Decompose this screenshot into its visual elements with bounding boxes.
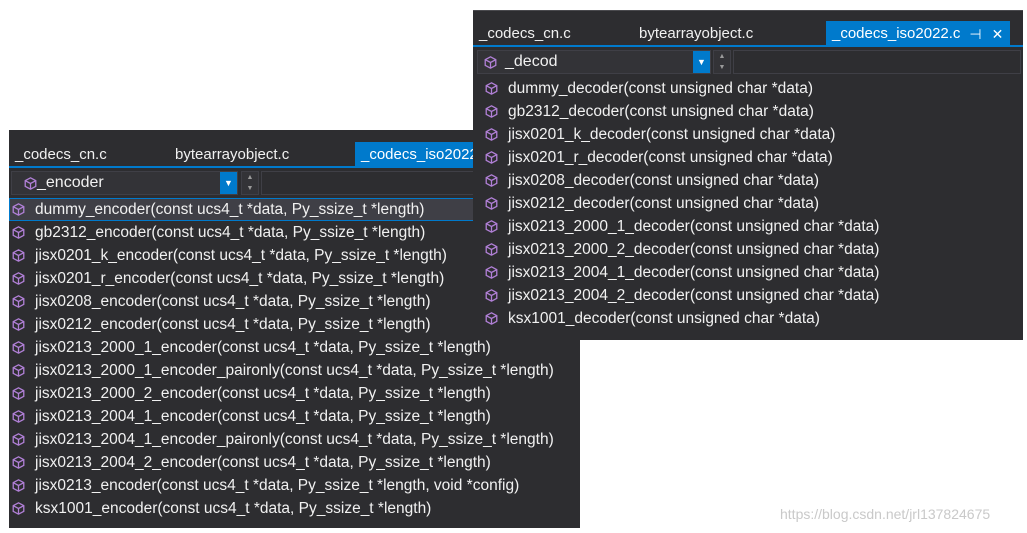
list-item-label: jisx0213_2000_2_decoder(const unsigned c… [508,240,880,258]
method-cube-icon [12,318,25,331]
list-item-label: jisx0212_decoder(const unsigned char *da… [508,194,820,212]
list-item[interactable]: jisx0212_decoder(const unsigned char *da… [473,192,1023,215]
list-item[interactable]: jisx0213_2004_1_encoder(const ucs4_t *da… [9,405,580,428]
list-item-label: jisx0213_2004_2_encoder(const ucs4_t *da… [35,453,491,471]
list-item[interactable]: jisx0213_2004_1_decoder(const unsigned c… [473,261,1023,284]
tab-bytearrayobject[interactable]: bytearrayobject.c [633,21,826,47]
tab-codecs-cn[interactable]: _codecs_cn.c [9,142,169,168]
list-item[interactable]: dummy_decoder(const unsigned char *data) [473,77,1023,100]
list-item[interactable]: jisx0201_r_decoder(const unsigned char *… [473,146,1023,169]
method-cube-icon [485,151,498,164]
method-cube-icon [485,312,498,325]
completion-list: dummy_decoder(const unsigned char *data)… [473,77,1023,330]
method-cube-icon [12,456,25,469]
method-cube-icon [12,295,25,308]
method-cube-icon [12,272,25,285]
list-item-label: jisx0213_2000_2_encoder(const ucs4_t *da… [35,384,491,402]
close-icon[interactable]: ✕ [990,21,1004,47]
method-cube-icon [12,203,25,216]
method-cube-icon [485,220,498,233]
list-item-label: ksx1001_decoder(const unsigned char *dat… [508,309,820,327]
combo-text: _encoder [37,174,104,191]
tab-codecs-cn[interactable]: _codecs_cn.c [473,21,633,47]
method-cube-icon [12,387,25,400]
tab-codecs-iso2022[interactable]: _codecs_iso2022.c ⊣ ✕ [826,21,1011,47]
member-combo[interactable]: _decod ▼ [477,50,711,74]
pin-icon[interactable]: ⊣ [968,21,982,47]
method-cube-icon [12,249,25,262]
list-item-label: dummy_decoder(const unsigned char *data) [508,79,814,97]
list-item[interactable]: jisx0213_2004_2_encoder(const ucs4_t *da… [9,451,580,474]
method-cube-icon [12,479,25,492]
list-item-label: jisx0213_2000_1_decoder(const unsigned c… [508,217,880,235]
member-combo[interactable]: _encoder ▼ [11,171,238,195]
list-item-label: jisx0201_r_encoder(const ucs4_t *data, P… [35,269,445,287]
method-cube-icon [12,410,25,423]
method-cube-icon [12,364,25,377]
list-item-label: jisx0213_2000_1_encoder(const ucs4_t *da… [35,338,491,356]
navigation-bar: _decod ▼ ▲ ▼ [473,47,1023,77]
method-cube-icon [12,502,25,515]
method-cube-icon [485,174,498,187]
list-item[interactable]: gb2312_decoder(const unsigned char *data… [473,100,1023,123]
method-cube-icon [484,55,497,69]
combo-scroll-buttons[interactable]: ▲ ▼ [241,171,259,195]
decoder-window: _codecs_cn.c bytearrayobject.c _codecs_i… [473,10,1023,340]
list-item-label: jisx0213_2004_2_decoder(const unsigned c… [508,286,880,304]
method-cube-icon [12,433,25,446]
combo-scroll-buttons[interactable]: ▲ ▼ [713,50,731,74]
combo-text: _decod [505,53,558,70]
list-item-label: dummy_encoder(const ucs4_t *data, Py_ssi… [35,200,425,218]
method-cube-icon [485,289,498,302]
scroll-down-icon[interactable]: ▼ [247,185,254,192]
scroll-up-icon[interactable]: ▲ [719,53,726,60]
dropdown-arrow-icon[interactable]: ▼ [693,51,710,73]
list-item[interactable]: jisx0213_2004_2_decoder(const unsigned c… [473,284,1023,307]
list-item[interactable]: ksx1001_decoder(const unsigned char *dat… [473,307,1023,330]
scroll-down-icon[interactable]: ▼ [719,64,726,71]
scroll-up-icon[interactable]: ▲ [247,174,254,181]
method-cube-icon [485,105,498,118]
method-cube-icon [12,226,25,239]
method-cube-icon [485,128,498,141]
list-item-label: jisx0201_k_decoder(const unsigned char *… [508,125,836,143]
list-item-label: jisx0213_2000_1_encoder_paironly(const u… [35,361,554,379]
list-item-label: gb2312_encoder(const ucs4_t *data, Py_ss… [35,223,426,241]
list-item[interactable]: ksx1001_encoder(const ucs4_t *data, Py_s… [9,497,580,520]
list-item-label: jisx0213_2004_1_encoder_paironly(const u… [35,430,554,448]
list-item-label: gb2312_decoder(const unsigned char *data… [508,102,814,120]
list-item-label: jisx0208_encoder(const ucs4_t *data, Py_… [35,292,431,310]
list-item[interactable]: jisx0213_2000_1_decoder(const unsigned c… [473,215,1023,238]
method-cube-icon [12,341,25,354]
navigation-bar-empty [733,50,1021,74]
stage: _codecs_cn.c bytearrayobject.c _codecs_i… [0,0,1027,533]
method-cube-icon [485,82,498,95]
dropdown-arrow-icon[interactable]: ▼ [220,172,237,194]
list-item-label: jisx0201_r_decoder(const unsigned char *… [508,148,833,166]
watermark: https://blog.csdn.net/jrl137824675 [780,506,991,522]
method-cube-icon [485,266,498,279]
list-item-label: jisx0213_2004_1_encoder(const ucs4_t *da… [35,407,491,425]
tab-label: _codecs_iso2022.c [361,146,490,163]
list-item-label: jisx0213_2004_1_decoder(const unsigned c… [508,263,880,281]
method-cube-icon [485,197,498,210]
method-cube-icon [485,243,498,256]
list-item-label: jisx0213_encoder(const ucs4_t *data, Py_… [35,476,520,494]
tab-label: _codecs_iso2022.c [832,25,961,42]
tab-bytearrayobject[interactable]: bytearrayobject.c [169,142,355,168]
list-item-label: ksx1001_encoder(const ucs4_t *data, Py_s… [35,499,432,517]
list-item[interactable]: jisx0213_2000_2_encoder(const ucs4_t *da… [9,382,580,405]
list-item[interactable]: jisx0213_2000_1_encoder_paironly(const u… [9,359,580,382]
list-item-label: jisx0201_k_encoder(const ucs4_t *data, P… [35,246,447,264]
tab-strip: _codecs_cn.c bytearrayobject.c _codecs_i… [473,11,1023,47]
list-item-label: jisx0212_encoder(const ucs4_t *data, Py_… [35,315,431,333]
list-item[interactable]: jisx0213_2004_1_encoder_paironly(const u… [9,428,580,451]
list-item[interactable]: jisx0213_encoder(const ucs4_t *data, Py_… [9,474,580,497]
list-item[interactable]: jisx0213_2000_2_decoder(const unsigned c… [473,238,1023,261]
list-item[interactable]: jisx0201_k_decoder(const unsigned char *… [473,123,1023,146]
list-item-label: jisx0208_decoder(const unsigned char *da… [508,171,820,189]
method-cube-icon [24,177,37,190]
list-item[interactable]: jisx0208_decoder(const unsigned char *da… [473,169,1023,192]
